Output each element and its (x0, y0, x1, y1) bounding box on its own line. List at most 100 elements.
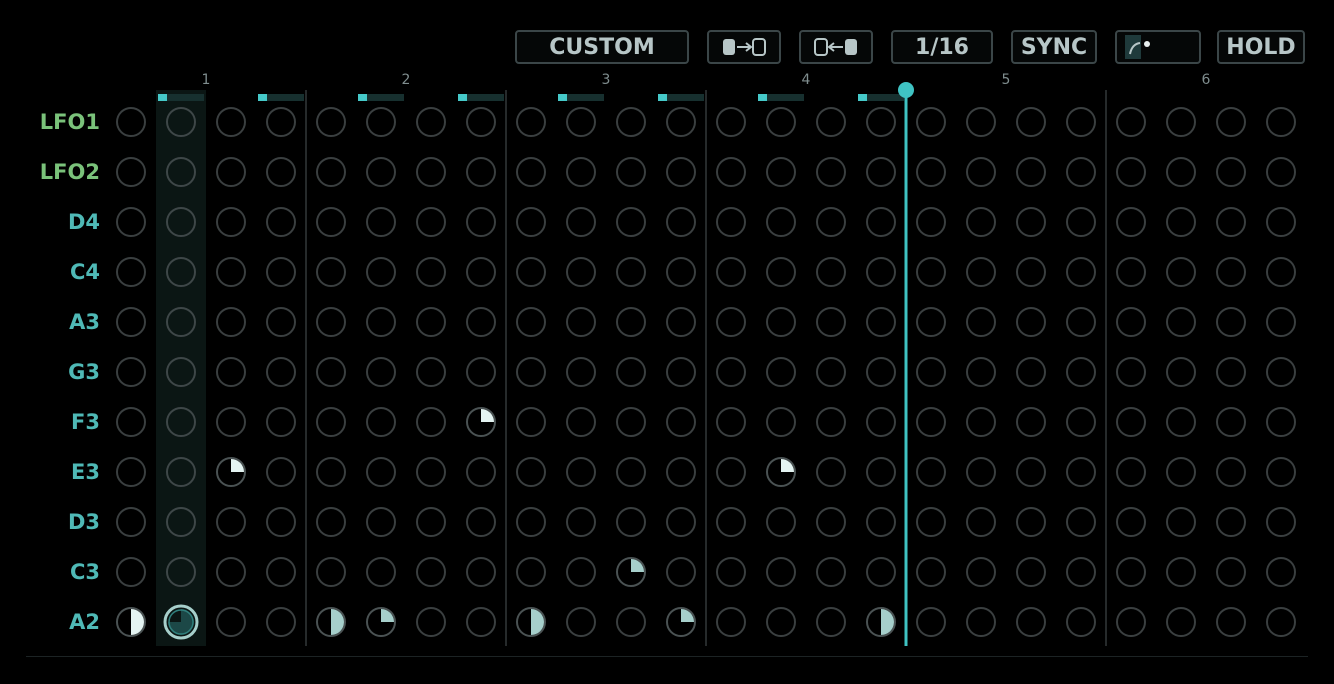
step-cell[interactable] (516, 557, 546, 587)
step-cell[interactable] (816, 157, 846, 187)
step-cell[interactable] (116, 357, 146, 387)
step-cell[interactable] (1116, 557, 1146, 587)
step-cell[interactable] (1016, 107, 1046, 137)
step-cell[interactable] (666, 407, 696, 437)
step-cell[interactable] (816, 607, 846, 637)
step-cell[interactable] (1016, 607, 1046, 637)
step-cell[interactable] (266, 507, 296, 537)
step-cell[interactable] (466, 407, 496, 437)
step-cell[interactable] (116, 507, 146, 537)
hold-button[interactable]: HOLD (1217, 30, 1305, 64)
step-cell[interactable] (1216, 557, 1246, 587)
step-cell[interactable] (1016, 257, 1046, 287)
step-cell[interactable] (416, 557, 446, 587)
step-cell[interactable] (366, 557, 396, 587)
step-cell[interactable] (666, 307, 696, 337)
step-velocity-bar[interactable] (358, 94, 404, 101)
step-velocity-bar[interactable] (758, 94, 804, 101)
step-cell[interactable] (566, 557, 596, 587)
step-velocity-bar[interactable] (658, 94, 704, 101)
step-cell[interactable] (416, 107, 446, 137)
step-cell[interactable] (416, 607, 446, 637)
step-cell[interactable] (266, 107, 296, 137)
step-cell[interactable] (966, 357, 996, 387)
step-cell[interactable] (1116, 107, 1146, 137)
step-cell[interactable] (316, 407, 346, 437)
step-cell[interactable] (266, 207, 296, 237)
step-cell[interactable] (116, 307, 146, 337)
step-cell[interactable] (666, 357, 696, 387)
step-cell[interactable] (1066, 107, 1096, 137)
step-cell[interactable] (366, 157, 396, 187)
step-cell[interactable] (316, 557, 346, 587)
step-cell[interactable] (916, 357, 946, 387)
step-cell[interactable] (666, 107, 696, 137)
step-cell[interactable] (966, 607, 996, 637)
step-cell[interactable] (616, 257, 646, 287)
sync-button[interactable]: SYNC (1011, 30, 1097, 64)
step-cell[interactable] (566, 207, 596, 237)
step-cell[interactable] (116, 457, 146, 487)
step-cell[interactable] (216, 357, 246, 387)
step-cell[interactable] (866, 257, 896, 287)
step-cell[interactable] (1066, 507, 1096, 537)
step-cell[interactable] (366, 507, 396, 537)
step-cell[interactable] (466, 557, 496, 587)
step-cell[interactable] (566, 257, 596, 287)
mode-button[interactable]: CUSTOM (515, 30, 689, 64)
step-cell[interactable] (916, 107, 946, 137)
step-cell[interactable] (266, 607, 296, 637)
step-cell[interactable] (966, 407, 996, 437)
shift-left-button[interactable] (799, 30, 873, 64)
step-cell[interactable] (516, 157, 546, 187)
step-cell[interactable] (266, 557, 296, 587)
step-cell[interactable] (616, 557, 646, 587)
step-cell[interactable] (1166, 307, 1196, 337)
step-cell[interactable] (166, 507, 196, 537)
step-cell[interactable] (516, 307, 546, 337)
step-cell[interactable] (216, 457, 246, 487)
step-cell[interactable] (1216, 607, 1246, 637)
step-cell[interactable] (266, 357, 296, 387)
step-cell[interactable] (1216, 407, 1246, 437)
step-cell[interactable] (1066, 257, 1096, 287)
step-cell[interactable] (1116, 457, 1146, 487)
step-cell[interactable] (1116, 207, 1146, 237)
step-cell[interactable] (416, 207, 446, 237)
step-cell[interactable] (566, 157, 596, 187)
step-cell[interactable] (1216, 157, 1246, 187)
step-cell[interactable] (216, 407, 246, 437)
step-cell[interactable] (1116, 607, 1146, 637)
step-cell[interactable] (116, 407, 146, 437)
step-cell[interactable] (1266, 107, 1296, 137)
step-cell[interactable] (716, 407, 746, 437)
step-cell[interactable] (566, 457, 596, 487)
step-cell[interactable] (916, 207, 946, 237)
step-cell[interactable] (1166, 207, 1196, 237)
step-cell[interactable] (566, 107, 596, 137)
step-cell[interactable] (166, 357, 196, 387)
step-cell[interactable] (366, 407, 396, 437)
step-cell[interactable] (266, 457, 296, 487)
step-cell[interactable] (866, 457, 896, 487)
step-cell[interactable] (716, 207, 746, 237)
step-cell[interactable] (1166, 257, 1196, 287)
step-cell[interactable] (266, 157, 296, 187)
step-cell[interactable] (1066, 157, 1096, 187)
step-cell[interactable] (866, 357, 896, 387)
step-cell[interactable] (316, 507, 346, 537)
step-cell[interactable] (216, 507, 246, 537)
step-cell[interactable] (866, 607, 896, 637)
step-cell[interactable] (1116, 507, 1146, 537)
step-cell[interactable] (1066, 407, 1096, 437)
step-cell[interactable] (516, 207, 546, 237)
step-cell[interactable] (566, 507, 596, 537)
step-cell[interactable] (1016, 307, 1046, 337)
step-cell[interactable] (166, 407, 196, 437)
step-cell[interactable] (416, 457, 446, 487)
step-cell[interactable] (316, 107, 346, 137)
step-cell[interactable] (166, 257, 196, 287)
step-cell[interactable] (866, 507, 896, 537)
step-cell[interactable] (316, 357, 346, 387)
step-velocity-bar[interactable] (858, 94, 904, 101)
